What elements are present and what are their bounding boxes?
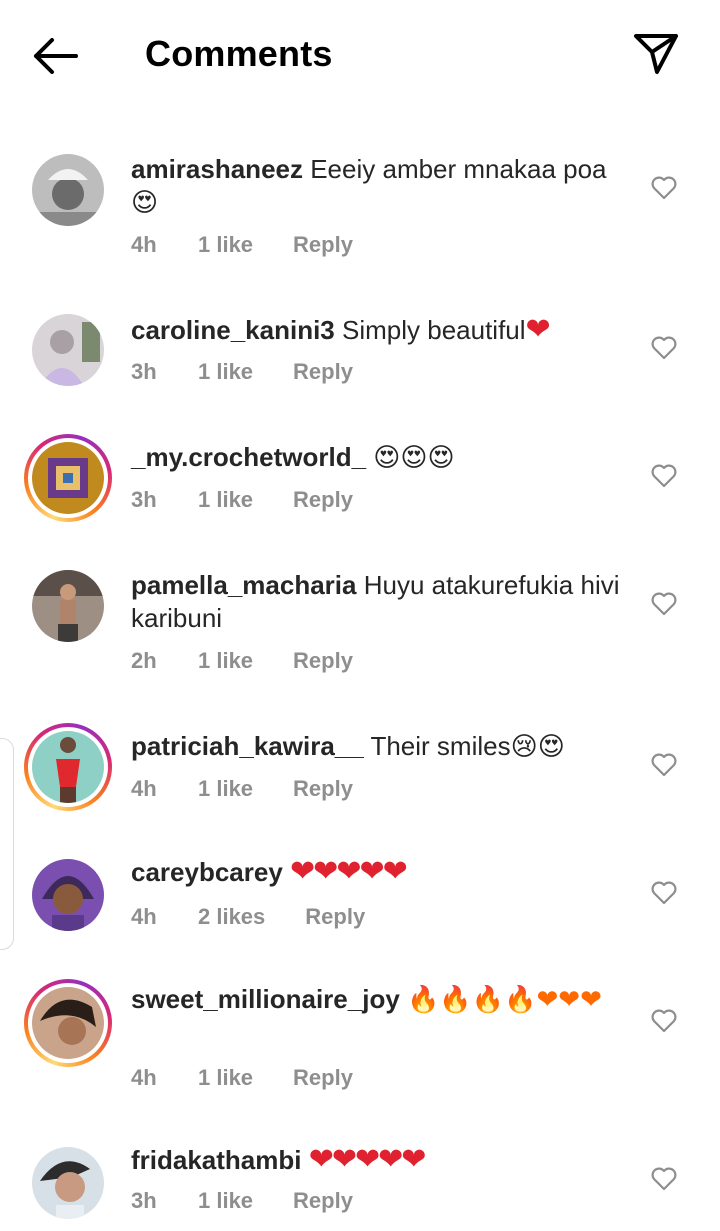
- comment-text: sweet_millionaire_joy 🔥🔥🔥🔥❤❤❤: [131, 983, 631, 1017]
- comment-meta: 4h 1 like Reply: [131, 1065, 353, 1091]
- comment-body: Simply beautiful: [342, 315, 526, 345]
- comment-emoji: 😍😍😍: [373, 443, 455, 473]
- comment-meta: 3h 1 like Reply: [131, 359, 353, 385]
- comment-likes[interactable]: 1 like: [198, 232, 253, 258]
- reply-button[interactable]: Reply: [293, 232, 353, 258]
- comment-time: 4h: [131, 1065, 157, 1090]
- avatar[interactable]: [32, 859, 104, 931]
- avatar[interactable]: [32, 314, 104, 386]
- comment-time: 4h: [131, 232, 157, 257]
- share-button[interactable]: [628, 26, 684, 82]
- comment-time: 3h: [131, 359, 157, 384]
- comment-likes[interactable]: 1 like: [198, 1188, 253, 1214]
- reply-button[interactable]: Reply: [293, 487, 353, 513]
- reply-button[interactable]: Reply: [305, 904, 365, 930]
- avatar[interactable]: [24, 979, 112, 1067]
- comment-username[interactable]: careybcarey: [131, 857, 283, 887]
- heart-icon[interactable]: [650, 174, 678, 202]
- comment-emoji: ❤: [525, 312, 551, 347]
- comment-likes[interactable]: 1 like: [198, 359, 253, 385]
- comment-body: Their smiles: [370, 731, 511, 761]
- comment-emoji: ❤❤❤❤❤: [308, 1142, 427, 1177]
- heart-icon[interactable]: [650, 590, 678, 618]
- arrow-left-icon: [34, 38, 78, 74]
- header-bar: Comments: [0, 0, 720, 110]
- avatar[interactable]: [32, 154, 104, 226]
- comment-text: caroline_kanini3 Simply beautiful❤: [131, 313, 631, 347]
- heart-icon[interactable]: [650, 879, 678, 907]
- comment-username[interactable]: patriciah_kawira__: [131, 731, 364, 761]
- story-ring: [28, 727, 108, 807]
- comment-username[interactable]: _my.crochetworld_: [131, 442, 366, 472]
- comment-time: 4h: [131, 776, 157, 801]
- comment-meta: 3h 1 like Reply: [131, 487, 353, 513]
- comment-username[interactable]: amirashaneez: [131, 154, 303, 184]
- heart-icon[interactable]: [650, 751, 678, 779]
- avatar-image: [32, 442, 104, 514]
- avatar[interactable]: [32, 1147, 104, 1219]
- comment-username[interactable]: fridakathambi: [131, 1145, 302, 1175]
- comment-username[interactable]: sweet_millionaire_joy: [131, 984, 400, 1014]
- story-ring: [28, 983, 108, 1063]
- comment-time: 3h: [131, 487, 157, 512]
- comment-username[interactable]: pamella_macharia: [131, 570, 356, 600]
- comment-text: careybcarey ❤❤❤❤❤: [131, 855, 631, 889]
- user-photo-icon: [32, 987, 104, 1059]
- comment-meta: 4h 1 like Reply: [131, 776, 353, 802]
- comment-time: 4h: [131, 904, 157, 929]
- user-photo-icon: [32, 154, 104, 226]
- heart-icon[interactable]: [650, 334, 678, 362]
- reply-button[interactable]: Reply: [293, 359, 353, 385]
- reply-button[interactable]: Reply: [293, 1065, 353, 1091]
- comment-likes[interactable]: 1 like: [198, 776, 253, 802]
- comment-likes[interactable]: 1 like: [198, 487, 253, 513]
- reply-button[interactable]: Reply: [293, 1188, 353, 1214]
- avatar-image: [32, 731, 104, 803]
- heart-icon[interactable]: [650, 462, 678, 490]
- comment-meta: 4h 1 like Reply: [131, 232, 353, 258]
- comment-time: 3h: [131, 1188, 157, 1213]
- back-button[interactable]: [26, 30, 86, 82]
- heart-icon[interactable]: [650, 1165, 678, 1193]
- avatar[interactable]: [32, 570, 104, 642]
- comment-text: fridakathambi ❤❤❤❤❤: [131, 1143, 631, 1177]
- user-photo-icon: [32, 314, 104, 386]
- user-photo-icon: [32, 442, 104, 514]
- reply-button[interactable]: Reply: [293, 648, 353, 674]
- story-ring: [28, 438, 108, 518]
- comment-text: pamella_macharia Huyu atakurefukia hivi …: [131, 569, 631, 635]
- user-photo-icon: [32, 731, 104, 803]
- comment-text: amirashaneez Eeeiy amber mnakaa poa 😍: [131, 153, 631, 220]
- comment-text: patriciah_kawira__ Their smiles😢😍: [131, 730, 631, 764]
- comment-username[interactable]: caroline_kanini3: [131, 315, 335, 345]
- comment-emoji: 😍: [131, 188, 159, 218]
- avatar[interactable]: [24, 723, 112, 811]
- user-photo-icon: [32, 570, 104, 642]
- comment-emoji: ❤❤❤❤❤: [290, 854, 408, 889]
- heart-icon[interactable]: [650, 1007, 678, 1035]
- comment-likes[interactable]: 2 likes: [198, 904, 265, 930]
- side-drawer-handle[interactable]: [0, 738, 14, 950]
- user-photo-icon: [32, 1147, 104, 1219]
- comment-likes[interactable]: 1 like: [198, 1065, 253, 1091]
- avatar[interactable]: [24, 434, 112, 522]
- comment-text: _my.crochetworld_ 😍😍😍: [131, 441, 631, 475]
- comment-time: 2h: [131, 648, 157, 673]
- avatar-image: [32, 987, 104, 1059]
- comment-meta: 2h 1 like Reply: [131, 648, 353, 674]
- comment-emoji: 😢😍: [510, 732, 565, 762]
- comment-meta: 4h 2 likes Reply: [131, 904, 365, 930]
- comment-body: Eeeiy amber mnakaa poa: [310, 154, 607, 184]
- page-title: Comments: [145, 33, 333, 74]
- user-photo-icon: [32, 859, 104, 931]
- paper-plane-icon: [634, 34, 678, 74]
- reply-button[interactable]: Reply: [293, 776, 353, 802]
- comment-meta: 3h 1 like Reply: [131, 1188, 353, 1214]
- comment-emoji: 🔥🔥🔥🔥❤❤❤: [407, 985, 602, 1015]
- comment-likes[interactable]: 1 like: [198, 648, 253, 674]
